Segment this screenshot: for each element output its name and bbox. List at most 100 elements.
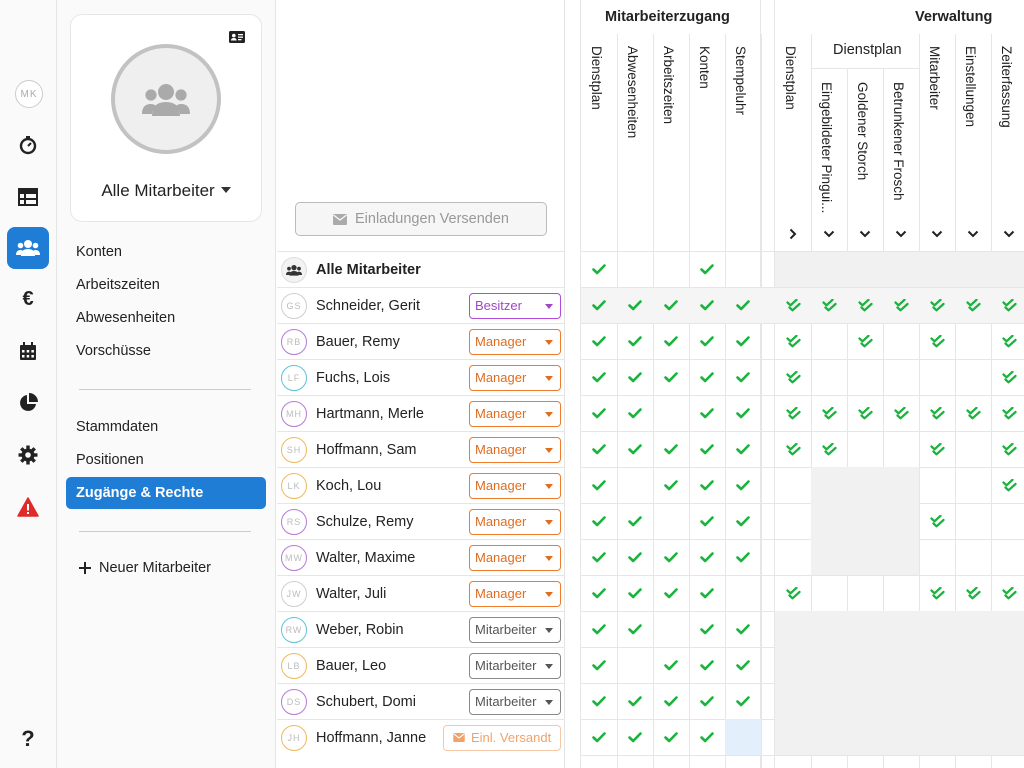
permission-cell[interactable] <box>617 467 653 503</box>
permission-cell[interactable] <box>955 431 991 467</box>
permission-cell[interactable] <box>689 359 725 395</box>
permission-cell[interactable] <box>581 359 617 395</box>
permission-cell[interactable] <box>617 683 653 719</box>
permission-cell[interactable] <box>653 395 689 431</box>
permission-cell[interactable] <box>689 287 725 323</box>
permission-cell[interactable] <box>653 683 689 719</box>
permission-cell[interactable] <box>991 467 1024 503</box>
send-invitations-button[interactable]: Einladungen Versenden <box>295 202 547 236</box>
permission-cell[interactable] <box>919 359 955 395</box>
role-select[interactable]: Mitarbeiter <box>469 616 561 643</box>
role-select[interactable]: Mitarbeiter <box>469 688 561 715</box>
employee-row[interactable]: GS Schneider, Gerit Besitzer <box>277 287 565 323</box>
permission-cell[interactable] <box>991 431 1024 467</box>
chevron-down-icon[interactable] <box>955 226 991 242</box>
role-select[interactable]: Manager <box>469 400 561 427</box>
chevron-down-icon[interactable] <box>991 226 1024 242</box>
group-selector[interactable]: Alle Mitarbeiter <box>71 181 261 201</box>
permission-cell[interactable] <box>725 539 761 575</box>
role-select[interactable]: Manager <box>469 580 561 607</box>
permission-cell[interactable] <box>991 539 1024 575</box>
permission-cell[interactable] <box>689 395 725 431</box>
permission-cell[interactable] <box>725 251 761 287</box>
role-select[interactable]: Manager <box>469 544 561 571</box>
nav-vorschuesse[interactable]: Vorschüsse <box>76 343 151 359</box>
role-select[interactable]: Mitarbeiter <box>469 652 561 679</box>
permission-cell[interactable] <box>617 395 653 431</box>
permission-cell[interactable] <box>617 431 653 467</box>
permission-cell[interactable] <box>919 575 955 611</box>
permission-cell[interactable] <box>775 323 811 359</box>
permission-cell[interactable] <box>653 287 689 323</box>
permission-cell[interactable] <box>725 287 761 323</box>
users-icon[interactable] <box>7 227 49 269</box>
permission-cell[interactable] <box>955 575 991 611</box>
permission-cell[interactable] <box>883 359 919 395</box>
permission-cell[interactable] <box>581 287 617 323</box>
nav-stammdaten[interactable]: Stammdaten <box>76 419 158 435</box>
role-select[interactable]: Manager <box>469 328 561 355</box>
permission-cell[interactable] <box>811 575 847 611</box>
permission-cell[interactable] <box>581 323 617 359</box>
permission-cell[interactable] <box>991 359 1024 395</box>
chevron-down-icon[interactable] <box>847 226 883 242</box>
nav-arbeitszeiten[interactable]: Arbeitszeiten <box>76 277 160 293</box>
permission-cell[interactable] <box>775 575 811 611</box>
permission-cell[interactable] <box>811 287 847 323</box>
permission-cell[interactable] <box>919 287 955 323</box>
nav-positionen[interactable]: Positionen <box>76 452 144 468</box>
permission-cell[interactable] <box>847 575 883 611</box>
euro-icon[interactable]: € <box>7 278 49 320</box>
employee-row[interactable]: MH Hartmann, Merle Manager <box>277 395 565 431</box>
role-select[interactable]: Besitzer <box>469 292 561 319</box>
permission-cell[interactable] <box>581 719 617 755</box>
all-employees-row[interactable]: Alle Mitarbeiter <box>277 251 565 287</box>
id-card-icon[interactable] <box>229 30 245 48</box>
stopwatch-icon[interactable] <box>7 124 49 166</box>
employee-row[interactable]: JW Walter, Juli Manager <box>277 575 565 611</box>
permission-cell[interactable] <box>775 395 811 431</box>
permission-cell[interactable] <box>955 395 991 431</box>
permission-cell[interactable] <box>725 575 761 611</box>
permission-cell[interactable] <box>725 647 761 683</box>
new-employee-button[interactable]: Neuer Mitarbeiter <box>79 560 211 576</box>
permission-cell[interactable] <box>811 359 847 395</box>
permission-cell[interactable] <box>617 503 653 539</box>
permission-cell[interactable] <box>653 647 689 683</box>
nav-abwesenheiten[interactable]: Abwesenheiten <box>76 310 175 326</box>
permission-cell[interactable] <box>653 323 689 359</box>
permission-cell[interactable] <box>811 431 847 467</box>
permission-cell[interactable] <box>653 503 689 539</box>
permission-cell[interactable] <box>919 539 955 575</box>
permission-cell[interactable] <box>617 575 653 611</box>
permission-cell[interactable] <box>919 503 955 539</box>
permission-cell[interactable] <box>617 647 653 683</box>
employee-row[interactable]: LF Fuchs, Lois Manager <box>277 359 565 395</box>
pie-chart-icon[interactable] <box>7 382 49 424</box>
chevron-down-icon[interactable] <box>919 226 955 242</box>
chevron-down-icon[interactable] <box>883 226 919 242</box>
employee-row[interactable]: LK Koch, Lou Manager <box>277 467 565 503</box>
permission-cell[interactable] <box>775 503 811 539</box>
permission-cell[interactable] <box>689 647 725 683</box>
permission-cell[interactable] <box>581 539 617 575</box>
permission-cell[interactable] <box>653 359 689 395</box>
permission-cell[interactable] <box>919 395 955 431</box>
permission-cell[interactable] <box>955 467 991 503</box>
permission-cell[interactable] <box>653 575 689 611</box>
role-select[interactable]: Manager <box>469 472 561 499</box>
permission-cell[interactable] <box>653 539 689 575</box>
permission-cell[interactable] <box>991 395 1024 431</box>
permission-cell[interactable] <box>725 719 761 755</box>
permission-cell[interactable] <box>955 539 991 575</box>
permission-cell[interactable] <box>847 431 883 467</box>
permission-cell[interactable] <box>725 503 761 539</box>
permission-cell[interactable] <box>689 431 725 467</box>
permission-cell[interactable] <box>581 647 617 683</box>
permission-cell[interactable] <box>955 359 991 395</box>
permission-cell[interactable] <box>581 431 617 467</box>
warning-icon[interactable] <box>7 486 49 528</box>
permission-cell[interactable] <box>883 395 919 431</box>
permission-cell[interactable] <box>689 719 725 755</box>
employee-row[interactable]: RB Bauer, Remy Manager <box>277 323 565 359</box>
